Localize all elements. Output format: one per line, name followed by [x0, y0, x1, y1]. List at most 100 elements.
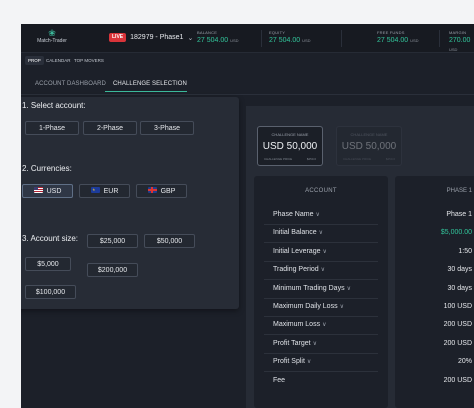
- currency-usd-button[interactable]: USD: [22, 184, 73, 198]
- select-account-title: 1. Select account:: [22, 101, 86, 110]
- currency-gbp-button[interactable]: GBP: [136, 184, 187, 198]
- currencies-title: 2. Currencies:: [22, 164, 72, 173]
- tab-active-indicator: [105, 91, 187, 92]
- divider: [261, 30, 262, 47]
- row-divider: [264, 352, 378, 354]
- eu-flag-icon: [90, 185, 100, 199]
- app-window: ❀ Match-Trader LIVE 182979 - Phase1 ⌄ BA…: [21, 24, 474, 408]
- logo-text: Match-Trader: [37, 38, 67, 44]
- row-label: Profit Target ∨: [273, 340, 317, 347]
- row-divider: [264, 224, 378, 225]
- chevron-down-icon[interactable]: ∨: [307, 359, 311, 365]
- row-label-text: Fee: [273, 376, 286, 384]
- challenge-config-card: 1. Select account: 1-Phase 2-Phase 3-Pha…: [21, 97, 239, 309]
- row-label-text: Profit Split: [273, 358, 305, 366]
- challenge-price: CHALLENGE PRICE $250.0: [343, 157, 395, 161]
- row-value: 200 USD: [443, 376, 472, 384]
- challenge-price: CHALLENGE PRICE $250.0: [264, 157, 316, 161]
- account-size-title: 3. Account size:: [22, 234, 79, 243]
- stat-equity: EQUITY 27 504.00 USD: [269, 30, 311, 45]
- account-column: ACCOUNT Phase Name ∨ Initial Balance ∨ Initi…: [254, 176, 388, 408]
- row-value: 30 days: [447, 266, 472, 274]
- chevron-down-icon[interactable]: ∨: [315, 212, 319, 218]
- row-value: 200 USD: [443, 339, 472, 347]
- chevron-down-icon[interactable]: ∨: [321, 267, 325, 273]
- stat-margin: MARGIN 270.00 USD: [449, 30, 474, 54]
- row-value: 1:50: [458, 247, 472, 255]
- row-label-text: Trading Period: [273, 266, 319, 274]
- challenge-value: USD 50,000: [341, 141, 397, 152]
- logo[interactable]: ❀ Match-Trader: [29, 28, 75, 45]
- row-label-text: Maximum Daily Loss: [273, 303, 338, 310]
- phase-column: PHASE 1 Phase 1 $5,000.00 1:50 30 days 30 da…: [395, 176, 474, 408]
- top-header: ❀ Match-Trader LIVE 182979 - Phase1 ⌄ BA…: [21, 24, 474, 53]
- divider: [439, 30, 440, 47]
- phase-column-header: PHASE 1: [446, 188, 472, 194]
- account-switcher[interactable]: LIVE 182979 - Phase1 ⌄: [109, 33, 193, 42]
- row-label: Initial Balance ∨: [273, 229, 323, 236]
- divider: [341, 30, 342, 47]
- stat-value: 27 504.00 USD: [269, 37, 311, 44]
- row-label: Phase Name ∨: [273, 211, 320, 218]
- size-50000-button[interactable]: $50,000: [144, 234, 195, 248]
- tab-account-dashboard[interactable]: ACCOUNT DASHBOARD: [35, 81, 106, 87]
- chevron-down-icon: ⌄: [187, 34, 194, 42]
- tab-challenge-selection[interactable]: CHALLENGE SELECTION: [113, 81, 187, 87]
- row-label-text: Initial Leverage: [273, 247, 321, 255]
- row-label-text: Maximum Loss: [273, 321, 321, 329]
- chevron-down-icon[interactable]: ∨: [340, 304, 344, 310]
- chevron-down-icon[interactable]: ∨: [322, 322, 326, 328]
- row-label-text: Minimum Trading Days: [273, 284, 345, 292]
- row-divider: [264, 297, 378, 299]
- top-nav: PROP CALENDAR TOP MOVERS: [21, 53, 474, 67]
- size-100000-button[interactable]: $100,000: [25, 285, 76, 299]
- row-divider: [264, 334, 378, 336]
- row-label: Profit Split ∨: [273, 358, 311, 365]
- size-25000-button[interactable]: $25,000: [87, 234, 138, 248]
- gb-flag-icon: [147, 187, 157, 194]
- row-label: Initial Leverage ∨: [273, 248, 327, 255]
- stat-free-funds: FREE FUNDS 27 504.00 USD: [377, 30, 419, 45]
- row-divider: [264, 260, 378, 262]
- row-label: Trading Period ∨: [273, 266, 325, 273]
- row-divider: [264, 316, 378, 317]
- challenge-value: USD 50,000: [262, 141, 318, 152]
- live-badge: LIVE: [109, 33, 127, 42]
- challenge-label: CHALLENGE NAME: [350, 132, 388, 137]
- stat-balance: BALANCE 27 504.00 USD: [197, 30, 239, 45]
- account-option-1-phase[interactable]: 1-Phase: [25, 121, 79, 135]
- account-name: 182979 - Phase1: [130, 34, 184, 41]
- account-column-header: ACCOUNT: [305, 188, 337, 194]
- row-divider: [264, 279, 378, 281]
- challenge-panel: CHALLENGE NAME USD 50,000 CHALLENGE PRIC…: [246, 106, 474, 408]
- row-value: Phase 1: [446, 211, 472, 218]
- row-label: Minimum Trading Days ∨: [273, 285, 351, 292]
- row-label-text: Phase Name: [273, 211, 314, 218]
- challenge-card[interactable]: CHALLENGE NAME USD 50,000 CHALLENGE PRIC…: [257, 126, 323, 166]
- nav-prop[interactable]: PROP: [25, 56, 44, 65]
- chevron-down-icon[interactable]: ∨: [347, 286, 351, 292]
- account-option-2-phase[interactable]: 2-Phase: [83, 121, 137, 135]
- size-200000-button[interactable]: $200,000: [87, 263, 138, 277]
- row-value: 200 USD: [443, 321, 472, 329]
- challenge-card[interactable]: CHALLENGE NAME USD 50,000 CHALLENGE PRIC…: [336, 126, 402, 166]
- row-label: Maximum Daily Loss ∨: [273, 303, 344, 310]
- chevron-down-icon[interactable]: ∨: [322, 249, 326, 255]
- chevron-down-icon[interactable]: ∨: [313, 341, 317, 347]
- row-label: Fee: [273, 377, 285, 384]
- account-option-3-phase[interactable]: 3-Phase: [140, 121, 194, 135]
- row-value: 20%: [457, 358, 472, 366]
- nav-calendar[interactable]: CALENDAR: [43, 56, 74, 65]
- chevron-down-icon[interactable]: ∨: [319, 230, 323, 236]
- row-divider: [264, 242, 378, 244]
- nav-top-movers[interactable]: TOP MOVERS: [71, 56, 107, 65]
- stat-value: 270.00 USD: [449, 37, 471, 52]
- stat-value: 27 504.00 USD: [377, 37, 419, 44]
- row-divider: [264, 371, 378, 373]
- row-label: Maximum Loss ∨: [273, 321, 326, 328]
- logo-icon: ❀: [48, 28, 56, 38]
- currency-eur-button[interactable]: EUR: [79, 184, 130, 199]
- size-5000-button[interactable]: $5,000: [25, 257, 71, 271]
- us-flag-icon: [33, 187, 43, 194]
- row-label-text: Profit Target: [273, 339, 311, 347]
